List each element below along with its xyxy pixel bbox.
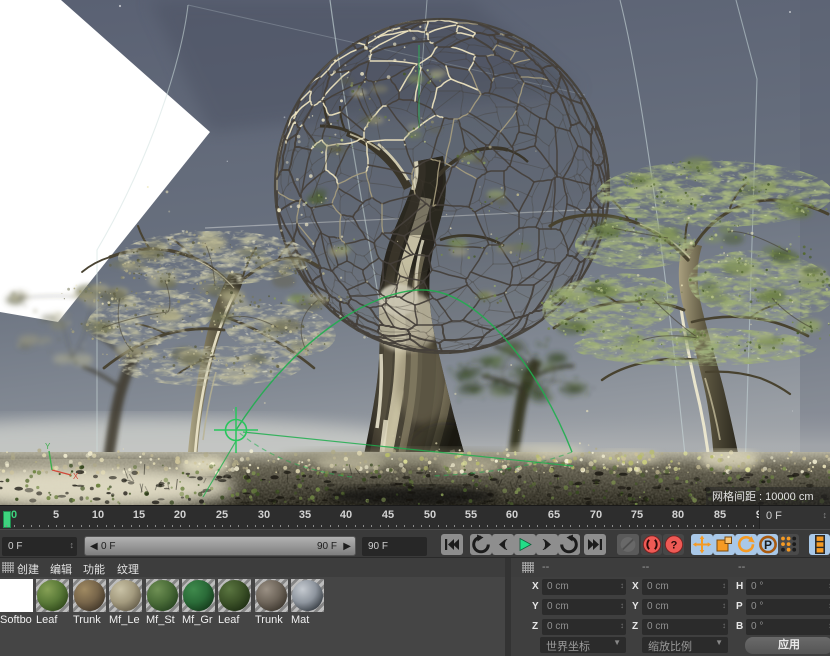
svg-text:网格间距 : 10000 cm: 网格间距 : 10000 cm [712, 489, 813, 503]
svg-text:?: ? [671, 540, 678, 552]
svg-text:P: P [764, 538, 772, 552]
svg-text:Y: Y [45, 442, 51, 451]
svg-text:X: X [73, 472, 79, 481]
